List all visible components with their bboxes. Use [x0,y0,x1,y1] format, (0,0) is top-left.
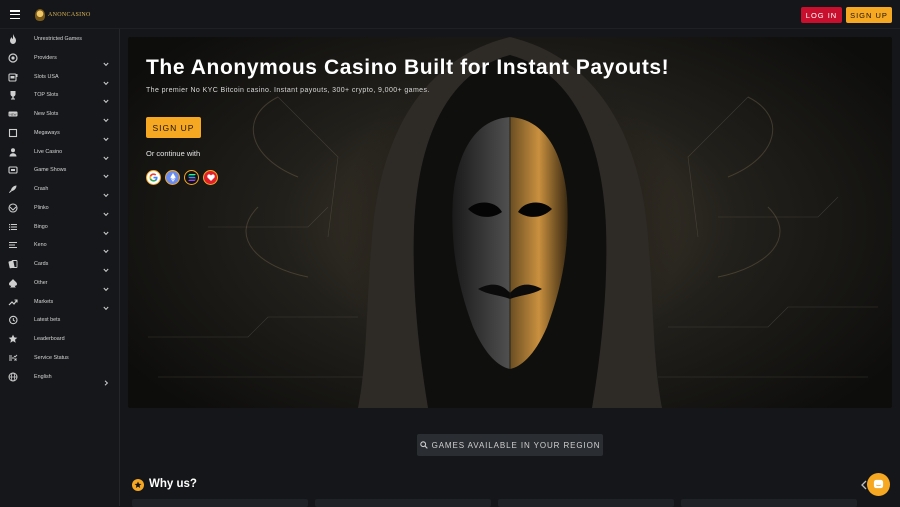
slot-machine-icon [8,72,18,82]
rocket-icon [8,184,18,194]
chat-support-button[interactable] [867,473,890,496]
list-icon [8,222,18,232]
sidebar-item-label: TOP Slots [34,92,59,99]
status-icon [8,353,18,363]
spade-icon [8,278,18,288]
star-badge-icon [132,479,144,491]
sidebar-item-label: Providers [34,54,57,61]
chat-icon [873,479,884,489]
trophy-icon [8,90,18,100]
sidebar-item-keno[interactable]: Keno [0,236,119,254]
sidebar-item-megaways[interactable]: Megaways [0,124,119,142]
tv-icon [8,165,18,175]
hero-subtitle: The premier No KYC Bitcoin casino. Insta… [146,87,430,94]
history-icon [8,315,18,325]
games-region-label: GAMES AVAILABLE IN YOUR REGION [431,440,601,450]
star-icon [8,334,18,344]
sidebar-item-top-slots[interactable]: TOP Slots [0,86,119,104]
sidebar-item-unrestricted-games[interactable]: Unrestricted Games [0,30,119,48]
solana-icon[interactable] [184,170,199,185]
sidebar-item-label: Service Status [34,354,69,361]
sidebar-item-label: Crash [34,186,49,192]
sidebar-item-slots-usa[interactable]: Slots USA [0,68,119,86]
keno-icon [8,240,18,250]
sidebar-item-other[interactable]: Other [0,274,119,292]
continue-with-label: Or continue with [146,149,201,158]
sidebar-item-label: Megaways [34,129,60,136]
sidebar-item-service-status[interactable]: Service Status [0,349,119,367]
sidebar-item-game-shows[interactable]: Game Shows [0,161,119,179]
ethereum-icon[interactable] [165,170,180,185]
sidebar-item-latest-bets[interactable]: Latest bets [0,311,119,329]
top-bar: ANONCASINO LOG IN SIGN UP [0,0,900,29]
chevron-down-icon[interactable] [103,148,109,160]
sidebar-item-live-casino[interactable]: Live Casino [0,143,119,161]
sidebar-item-label: Leaderboard [34,336,65,342]
sidebar-item-bingo[interactable]: Bingo [0,218,119,236]
sidebar-item-label: Bingo [34,223,48,230]
sidebar-item-label: Game Shows [34,167,67,174]
logo-text: ANONCASINO [48,12,91,18]
sidebar-item-new-slots[interactable]: NEW New Slots [0,105,119,123]
chevron-down-icon[interactable] [103,54,109,66]
chevron-down-icon[interactable] [103,298,109,310]
sidebar-item-label: Plinko [34,204,49,211]
logo-mark-icon [35,9,45,21]
chevron-down-icon[interactable] [103,279,109,291]
chevron-down-icon[interactable] [103,223,109,235]
why-us-heading: Why us? [149,478,197,490]
chevron-down-icon[interactable] [103,260,109,273]
login-button[interactable]: LOG IN [801,7,842,23]
sidebar-item-providers[interactable]: Providers [0,49,119,67]
chevron-down-icon[interactable] [103,73,109,85]
sidebar-item-label: Markets [34,298,54,305]
sidebar-item-label: New Slots [34,111,59,117]
hero-banner: The Anonymous Casino Built for Instant P… [128,37,892,408]
site-logo[interactable]: ANONCASINO [35,8,91,22]
sidebar-item-label: Unrestricted Games [34,36,82,42]
sidebar-item-crash[interactable]: Crash [0,180,119,198]
globe-icon [8,372,18,382]
new-badge-icon: NEW [8,109,18,119]
chip-icon [8,53,18,63]
header-signup-button[interactable]: SIGN UP [846,7,892,23]
hero-signup-button[interactable]: SIGN UP [146,117,201,138]
sidebar-item-cards[interactable]: Cards [0,255,119,273]
chevron-down-icon[interactable] [103,129,109,141]
sidebar-item-label: English [34,373,52,380]
sidebar-item-label: Slots USA [34,73,59,80]
chevron-down-icon[interactable] [103,110,109,123]
chevron-down-icon[interactable] [103,166,109,179]
games-region-button[interactable]: GAMES AVAILABLE IN YOUR REGION [417,434,603,456]
cards-icon [8,259,18,269]
hero-title: The Anonymous Casino Built for Instant P… [146,56,670,79]
plinko-icon [8,203,18,213]
dealer-icon [8,147,18,157]
sidebar-item-english[interactable]: English [0,368,119,386]
flame-icon [8,34,18,44]
sidebar-item-label: Other [34,279,48,286]
chevron-down-icon[interactable] [103,91,109,104]
sidebar-item-leaderboard[interactable]: Leaderboard [0,330,119,348]
hamburger-menu-icon[interactable] [10,10,20,20]
google-icon[interactable] [146,170,161,185]
search-icon [419,441,428,449]
heart-wallet-icon[interactable] [203,170,218,185]
main-content: The Anonymous Casino Built for Instant P… [120,29,900,507]
sidebar: Unrestricted Games Providers Slots USA TOP … [0,29,120,506]
sidebar-item-label: Cards [34,261,49,267]
sidebar-item-plinko[interactable]: Plinko [0,199,119,217]
svg-text:NEW: NEW [10,112,17,116]
chevron-down-icon[interactable] [103,241,109,254]
sidebar-item-markets[interactable]: Markets [0,293,119,311]
trend-up-icon [8,297,18,307]
chevron-down-icon[interactable] [103,185,109,198]
chevron-down-icon[interactable] [103,204,109,216]
sidebar-item-label: Live Casino [34,148,63,155]
square-icon [8,128,18,138]
sidebar-item-label: Latest bets [34,317,61,324]
sidebar-item-label: Keno [34,242,47,249]
chevron-right-icon[interactable] [103,373,109,386]
